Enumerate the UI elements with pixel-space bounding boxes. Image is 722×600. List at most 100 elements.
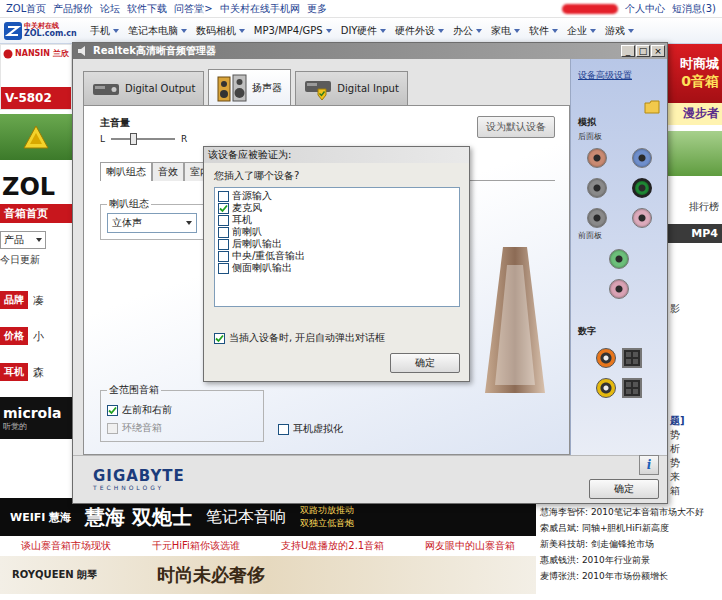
optical-port[interactable]: [622, 348, 642, 368]
tag-row[interactable]: 品牌凑: [0, 291, 72, 309]
auto-popup-checkbox[interactable]: [214, 333, 225, 344]
volume-slider[interactable]: [111, 132, 175, 146]
brand-strip[interactable]: 漫步者: [668, 103, 722, 125]
option-checkbox[interactable]: [107, 405, 118, 416]
top-link[interactable]: 更多: [307, 2, 327, 16]
tag-row[interactable]: 耳机森: [0, 363, 72, 381]
device-option[interactable]: 后喇叭输出: [218, 238, 456, 250]
nav-item[interactable]: 游戏: [605, 24, 634, 38]
nav-item[interactable]: 软件: [529, 24, 558, 38]
topic-fragment[interactable]: 题]: [668, 414, 722, 428]
search-select[interactable]: 产品: [0, 231, 46, 249]
sub-tab[interactable]: 喇叭组态: [100, 162, 152, 181]
rank-link[interactable]: 排行榜: [668, 200, 722, 214]
nav-item[interactable]: 硬件外设: [395, 24, 444, 38]
virtualization-checkbox[interactable]: [278, 424, 289, 435]
coaxial-port[interactable]: [596, 378, 616, 398]
device-tab[interactable]: 扬声器: [208, 69, 291, 106]
article-link[interactable]: 网友眼中的山寨音箱: [425, 539, 515, 553]
device-option[interactable]: 麦克风: [218, 202, 456, 214]
device-checkbox[interactable]: [218, 251, 229, 262]
dialog-ok-button[interactable]: 确定: [390, 353, 460, 373]
optical-port[interactable]: [622, 378, 642, 398]
mall-ad[interactable]: 时商城0音箱: [668, 44, 722, 103]
top-link[interactable]: 论坛: [100, 2, 120, 16]
news-item[interactable]: 惠威钱洪: 2010年行业前景: [540, 554, 722, 567]
mall-title: 时商城: [680, 55, 719, 73]
speaker-config-select[interactable]: 立体声: [107, 213, 197, 233]
device-tab[interactable]: Digital Output: [83, 71, 204, 105]
channel-bar[interactable]: 音箱首页: [0, 204, 72, 223]
back-panel-label: 后面板: [578, 131, 660, 142]
slider-thumb[interactable]: [130, 133, 137, 145]
device-checkbox[interactable]: [218, 203, 229, 214]
nav-item[interactable]: 企业: [567, 24, 596, 38]
top-link[interactable]: 产品报价: [53, 2, 93, 16]
audio-jack[interactable]: [609, 249, 629, 269]
microlab-banner[interactable]: microla听觉的: [0, 397, 72, 439]
virtualization-option[interactable]: 耳机虚拟化: [278, 422, 343, 436]
article-link[interactable]: 支持U盘播放的2.1音箱: [281, 539, 384, 553]
dialog-title-bar[interactable]: 该设备应被验证为:: [204, 147, 469, 163]
set-default-button[interactable]: 设为默认设备: [477, 116, 555, 138]
site-logo[interactable]: 中关村在线ZOL.com.cn: [4, 22, 77, 40]
news-item[interactable]: 新美科技胡: 剑走偏锋抢市场: [540, 538, 722, 551]
audio-jack[interactable]: [632, 148, 652, 168]
top-link[interactable]: 软件下载: [127, 2, 167, 16]
article-link[interactable]: 谈山寨音箱市场现状: [21, 539, 111, 553]
coaxial-port[interactable]: [596, 348, 616, 368]
nav-item[interactable]: 办公: [453, 24, 482, 38]
royqueen-banner[interactable]: ROYQUEEN 朗琴时尚未必奢侈: [0, 556, 536, 594]
device-checkbox[interactable]: [218, 263, 229, 274]
user-link[interactable]: 短消息(3): [672, 2, 716, 16]
nav-item[interactable]: DIY硬件: [341, 24, 387, 38]
folder-icon[interactable]: [644, 100, 660, 114]
audio-jack[interactable]: [632, 178, 652, 198]
device-option[interactable]: 侧面喇叭输出: [218, 262, 456, 274]
nansin-ad[interactable]: NANSIN 兰欣V-5802: [0, 44, 72, 110]
sub-tab[interactable]: 音效: [152, 162, 184, 181]
window-control-button[interactable]: _: [621, 45, 635, 57]
device-option[interactable]: 耳机: [218, 214, 456, 226]
today-link[interactable]: 今日更新: [0, 253, 72, 267]
green-ad[interactable]: [0, 114, 72, 160]
top-link[interactable]: ZOL首页: [6, 2, 46, 16]
audio-jack[interactable]: [587, 208, 607, 228]
article-link[interactable]: 千元HiFi箱你该选谁: [152, 539, 240, 553]
device-option[interactable]: 前喇叭: [218, 226, 456, 238]
nav-item[interactable]: MP3/MP4/GPS: [254, 25, 332, 36]
green-ad-block[interactable]: [668, 131, 722, 176]
audio-jack[interactable]: [587, 148, 607, 168]
ok-button[interactable]: 确定: [589, 479, 659, 499]
auto-popup-option[interactable]: 当插入设备时, 开启自动弹出对话框: [214, 331, 460, 345]
audio-jack[interactable]: [632, 208, 652, 228]
mp4-tab[interactable]: MP4: [668, 224, 722, 243]
device-option[interactable]: 音源输入: [218, 190, 456, 202]
device-checkbox[interactable]: [218, 215, 229, 226]
nav-item[interactable]: 数码相机: [196, 24, 245, 38]
top-link[interactable]: 问答堂>: [174, 2, 212, 16]
zol-logo[interactable]: ZOL: [0, 170, 72, 204]
news-item[interactable]: 索威吕斌: 同轴+胆机HiFi新高度: [540, 522, 722, 535]
title-bar[interactable]: Realtek高清晰音频管理器_□×: [73, 43, 667, 59]
info-button[interactable]: i: [639, 455, 659, 475]
window-control-button[interactable]: ×: [651, 45, 665, 57]
device-checkbox[interactable]: [218, 191, 229, 202]
advanced-settings-link[interactable]: 设备高级设置: [578, 69, 660, 82]
news-item[interactable]: 慧海李智怀: 2010笔记本音箱市场大不好: [540, 506, 722, 519]
device-checkbox[interactable]: [218, 239, 229, 250]
device-option[interactable]: 中央/重低音输出: [218, 250, 456, 262]
tag-row[interactable]: 价格小: [0, 327, 72, 345]
audio-jack[interactable]: [587, 178, 607, 198]
top-link[interactable]: 中关村在线手机网: [220, 2, 300, 16]
full-range-option[interactable]: 左前和右前: [107, 403, 257, 417]
nav-item[interactable]: 笔记本电脑: [128, 24, 187, 38]
audio-jack[interactable]: [609, 279, 629, 299]
news-item[interactable]: 麦博张洪: 2010年市场份额增长: [540, 570, 722, 583]
user-link[interactable]: 个人中心: [625, 2, 665, 16]
window-control-button[interactable]: □: [636, 45, 650, 57]
nav-item[interactable]: 手机: [90, 24, 119, 38]
device-checkbox[interactable]: [218, 227, 229, 238]
device-tab[interactable]: Digital Input: [295, 71, 408, 105]
nav-item[interactable]: 家电: [491, 24, 520, 38]
